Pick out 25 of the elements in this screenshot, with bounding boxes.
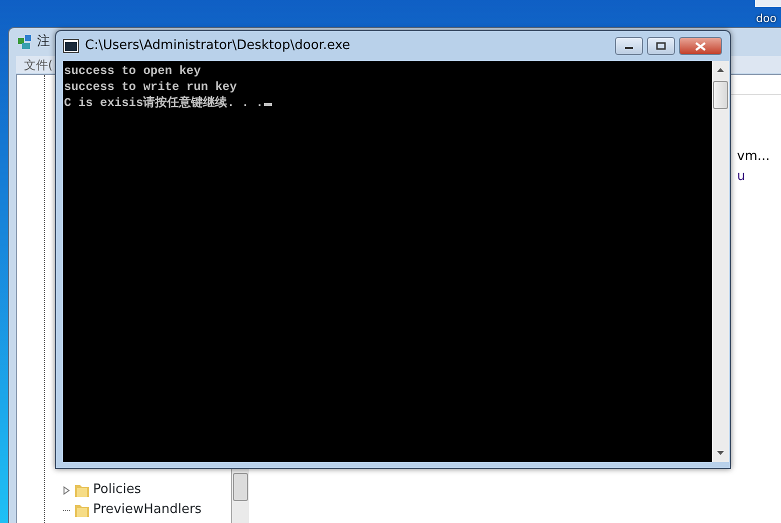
scroll-down-icon[interactable] <box>716 450 725 456</box>
window-title: C:\Users\Administrator\Desktop\door.exe <box>85 37 352 56</box>
expand-icon[interactable] <box>63 486 71 494</box>
scrollbar-thumb[interactable] <box>713 81 728 109</box>
tree-item[interactable]: PreviewHandlers <box>93 500 202 520</box>
maximize-button[interactable] <box>647 37 675 55</box>
minimize-button[interactable] <box>615 37 643 55</box>
maximize-icon <box>656 42 666 50</box>
close-icon <box>695 42 706 50</box>
list-item[interactable]: vm... <box>737 147 770 167</box>
scrollbar[interactable] <box>712 61 729 462</box>
menu-item[interactable]: 文件( <box>24 56 53 74</box>
desktop-icon-label[interactable]: doo <box>756 13 776 25</box>
console-line: success to open key <box>64 63 202 79</box>
scrollbar-thumb[interactable] <box>233 473 248 501</box>
console-line: C is exisis请按任意键继续. . . <box>64 96 264 110</box>
console-line: success to write run key <box>64 79 238 95</box>
console-icon <box>63 39 79 53</box>
registry-icon <box>17 34 33 50</box>
folder-icon <box>74 502 90 518</box>
close-button[interactable] <box>679 37 722 55</box>
list-item[interactable]: u <box>737 167 770 187</box>
window-title: 注 <box>37 33 50 52</box>
folder-icon <box>74 482 90 498</box>
tree-item[interactable]: Policies <box>93 480 142 500</box>
